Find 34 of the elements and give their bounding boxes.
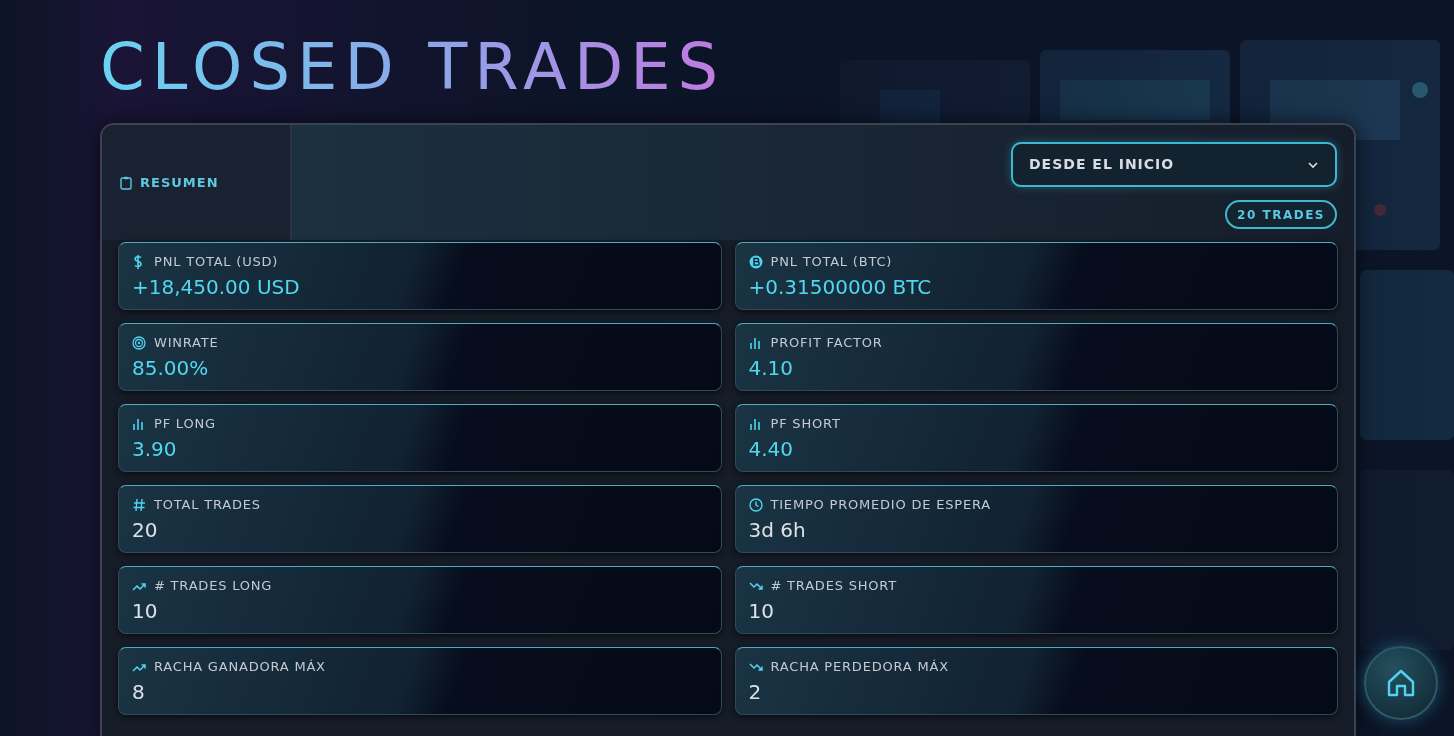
coin-icon bbox=[748, 253, 763, 270]
chevron-down-icon bbox=[1307, 160, 1319, 169]
home-icon bbox=[1385, 667, 1417, 699]
stat-label: # TRADES SHORT bbox=[770, 576, 897, 595]
stat-value: 3.90 bbox=[132, 436, 177, 463]
stat-label: PNL TOTAL (BTC) bbox=[770, 252, 893, 271]
stat-value: +18,450.00 USD bbox=[132, 274, 300, 301]
stat-value: 10 bbox=[748, 598, 774, 625]
period-dropdown[interactable]: DESDE EL INICIO bbox=[1011, 142, 1337, 187]
stat-label: # TRADES LONG bbox=[154, 576, 273, 595]
stat-label: TIEMPO PROMEDIO DE ESPERA bbox=[770, 495, 991, 514]
clipboard-icon bbox=[120, 175, 132, 190]
stat-label: RACHA PERDEDORA MÁX bbox=[770, 657, 949, 676]
stat-value: 4.40 bbox=[748, 436, 794, 463]
stat-value: 85.00% bbox=[132, 355, 209, 382]
stat-value: 3d 6h bbox=[748, 517, 806, 544]
stat-label: RACHA GANADORA MÁX bbox=[154, 657, 326, 676]
stat-value: 2 bbox=[748, 679, 762, 706]
clock-icon bbox=[748, 496, 763, 513]
stat-label: PF SHORT bbox=[770, 414, 841, 433]
trade-count-badge: 20 TRADES bbox=[1225, 200, 1337, 229]
stat-value: 8 bbox=[132, 679, 145, 706]
summary-tab[interactable]: RESUMEN bbox=[102, 125, 292, 240]
target-icon bbox=[132, 334, 146, 351]
hash-icon bbox=[132, 496, 146, 513]
stat-value: +0.31500000 BTC bbox=[748, 274, 932, 301]
stat-value: 20 bbox=[132, 517, 158, 544]
stat-value: 10 bbox=[132, 598, 158, 625]
stat-label: WINRATE bbox=[154, 333, 219, 352]
stat-label: PROFIT FACTOR bbox=[770, 333, 883, 352]
stat-value: 4.10 bbox=[748, 355, 794, 382]
stat-label: PF LONG bbox=[154, 414, 216, 433]
stat-label: PNL TOTAL (USD) bbox=[154, 252, 279, 271]
stat-label: TOTAL TRADES bbox=[154, 495, 261, 514]
